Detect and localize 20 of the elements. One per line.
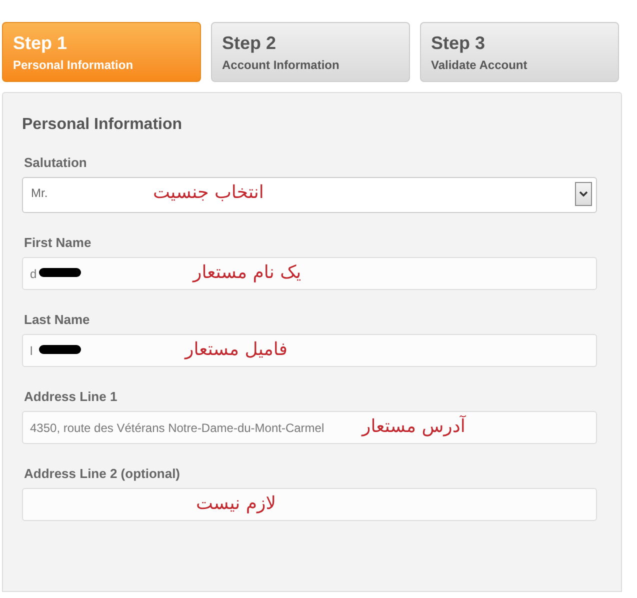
annotation-text: فامیل مستعار — [185, 338, 288, 362]
annotation-text: آدرس مستعار — [362, 415, 466, 439]
field-label: Salutation — [24, 155, 88, 171]
redaction-mark — [39, 345, 81, 354]
step-tab[interactable]: Step 2 Account Information — [211, 22, 410, 82]
input-field[interactable] — [22, 488, 597, 521]
annotation-text: انتخاب جنسیت — [153, 181, 264, 205]
redaction-mark — [39, 268, 81, 277]
selected-value: Mr. — [31, 185, 48, 202]
annotation-text: لازم نیست — [196, 492, 276, 516]
field-label: Address Line 2 (optional) — [24, 466, 182, 482]
field-label: First Name — [24, 235, 92, 251]
field-label: Last Name — [24, 312, 91, 328]
annotation-text: یک نام مستعار — [193, 261, 302, 285]
chevron-down-icon — [579, 191, 588, 197]
step-tab[interactable]: Step 3 Validate Account — [420, 22, 619, 82]
step-tab[interactable]: Step 1 Personal Information — [2, 22, 201, 82]
dropdown-button[interactable] — [575, 182, 592, 206]
section-title: Personal Information — [22, 115, 184, 135]
field-label: Address Line 1 — [24, 389, 118, 405]
